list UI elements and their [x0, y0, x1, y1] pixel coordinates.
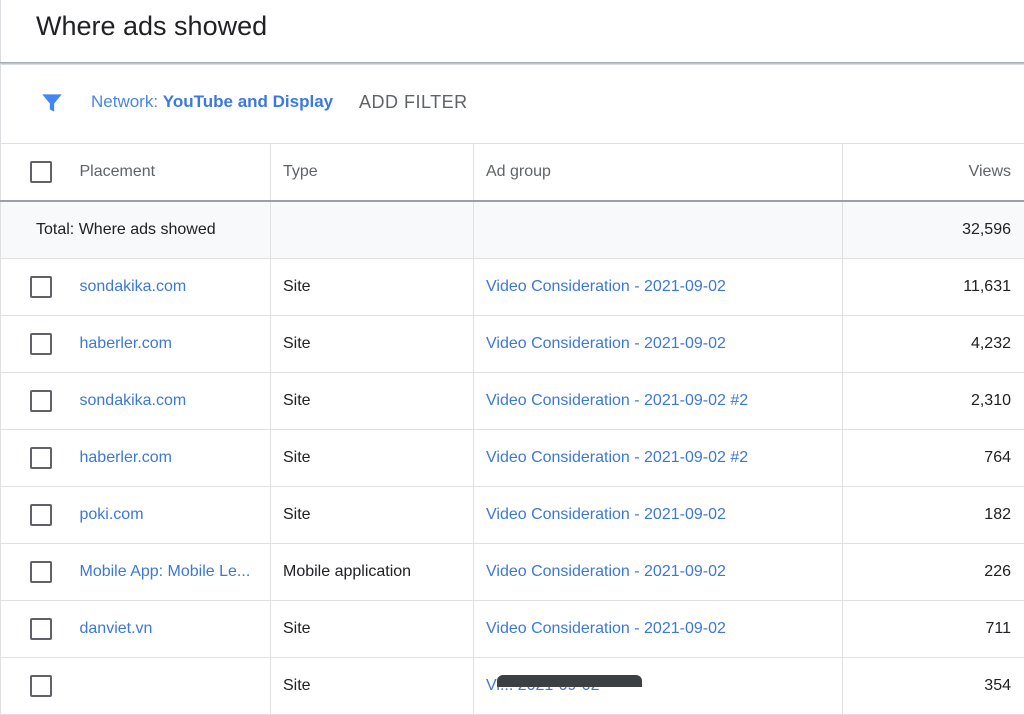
- placement-link[interactable]: haberler.com: [80, 449, 173, 466]
- total-label: Total: Where ads showed: [1, 201, 271, 259]
- row-checkbox-cell: [1, 544, 80, 601]
- ad-group-cell: Video Consideration - 2021-09-02: [474, 544, 843, 601]
- placement-cell: [80, 658, 271, 715]
- row-checkbox[interactable]: [30, 561, 52, 583]
- filter-value: YouTube and Display: [163, 92, 333, 111]
- row-checkbox-cell: [1, 259, 80, 316]
- ad-group-link[interactable]: Video Consideration - 2021-09-02: [486, 620, 726, 637]
- placement-cell: danviet.vn: [80, 601, 271, 658]
- placement-cell: sondakika.com: [80, 373, 271, 430]
- filter-bar: Network: YouTube and Display ADD FILTER: [0, 65, 1024, 143]
- select-all-checkbox[interactable]: [30, 161, 52, 183]
- ad-group-cell: Video Consideration - 2021-09-02: [474, 259, 843, 316]
- ad-group-cell: Video Consideration - 2021-09-02: [474, 601, 843, 658]
- views-cell: 11,631: [843, 259, 1024, 316]
- placement-cell: Mobile App: Mobile Le...: [80, 544, 271, 601]
- type-cell: Site: [271, 259, 474, 316]
- views-cell: 711: [843, 601, 1024, 658]
- total-ad-group-cell: [474, 201, 843, 259]
- ad-group-link[interactable]: Video Consideration - 2021-09-02: [486, 335, 726, 352]
- table-row: haberler.com Site Video Consideration - …: [1, 430, 1024, 487]
- row-checkbox[interactable]: [30, 276, 52, 298]
- row-checkbox-cell: [1, 601, 80, 658]
- ad-group-link[interactable]: Video Consideration - 2021-09-02 #2: [486, 392, 748, 409]
- ad-group-column-header[interactable]: Ad group: [474, 144, 843, 202]
- row-checkbox[interactable]: [30, 618, 52, 640]
- table-row: danviet.vn Site Video Consideration - 20…: [1, 601, 1024, 658]
- placement-cell: sondakika.com: [80, 259, 271, 316]
- placement-cell: haberler.com: [80, 430, 271, 487]
- placement-link[interactable]: danviet.vn: [80, 620, 153, 637]
- row-checkbox[interactable]: [30, 333, 52, 355]
- placement-cell: haberler.com: [80, 316, 271, 373]
- ad-group-link[interactable]: Video Consideration - 2021-09-02: [486, 506, 726, 523]
- placement-link[interactable]: sondakika.com: [80, 278, 187, 295]
- type-cell: Site: [271, 430, 474, 487]
- total-views: 32,596: [843, 201, 1024, 259]
- placement-link[interactable]: poki.com: [80, 506, 144, 523]
- ad-group-cell: Video Consideration - 2021-09-02: [474, 316, 843, 373]
- placement-cell: poki.com: [80, 487, 271, 544]
- select-all-cell: [1, 144, 80, 202]
- network-filter-chip[interactable]: Network: YouTube and Display: [91, 92, 333, 112]
- views-cell: 354: [843, 658, 1024, 715]
- row-checkbox-cell: [1, 316, 80, 373]
- table-row: sondakika.com Site Video Consideration -…: [1, 373, 1024, 430]
- placement-link[interactable]: sondakika.com: [80, 392, 187, 409]
- filter-key: Network:: [91, 92, 163, 111]
- views-cell: 4,232: [843, 316, 1024, 373]
- type-cell: Site: [271, 601, 474, 658]
- table-row: poki.com Site Video Consideration - 2021…: [1, 487, 1024, 544]
- ad-group-link[interactable]: Video Consideration - 2021-09-02: [486, 563, 726, 580]
- type-cell: Site: [271, 658, 474, 715]
- ad-group-link[interactable]: Video Consideration - 2021-09-02 #2: [486, 449, 748, 466]
- total-type-cell: [271, 201, 474, 259]
- views-cell: 764: [843, 430, 1024, 487]
- views-cell: 2,310: [843, 373, 1024, 430]
- table-row: sondakika.com Site Video Consideration -…: [1, 259, 1024, 316]
- add-filter-button[interactable]: ADD FILTER: [359, 92, 468, 113]
- placement-column-header[interactable]: Placement: [80, 144, 271, 202]
- type-column-header[interactable]: Type: [271, 144, 474, 202]
- type-cell: Site: [271, 316, 474, 373]
- row-checkbox[interactable]: [30, 675, 52, 697]
- table-row: haberler.com Site Video Consideration - …: [1, 316, 1024, 373]
- page-title: Where ads showed: [36, 11, 267, 42]
- placement-link[interactable]: Mobile App: Mobile Le...: [80, 563, 251, 580]
- page-header: Where ads showed: [0, 0, 1024, 62]
- redaction-bar: [497, 675, 642, 687]
- row-checkbox[interactable]: [30, 447, 52, 469]
- placement-link[interactable]: haberler.com: [80, 335, 173, 352]
- ad-group-cell: Video Consideration - 2021-09-02: [474, 487, 843, 544]
- table-row: Mobile App: Mobile Le... Mobile applicat…: [1, 544, 1024, 601]
- views-cell: 226: [843, 544, 1024, 601]
- ad-group-cell: Video Consideration - 2021-09-02 #2: [474, 373, 843, 430]
- type-cell: Site: [271, 373, 474, 430]
- row-checkbox-cell: [1, 487, 80, 544]
- row-checkbox-cell: [1, 658, 80, 715]
- table-header-row: Placement Type Ad group Views: [1, 144, 1024, 202]
- ad-group-cell: Video Consideration - 2021-09-02 #2: [474, 430, 843, 487]
- views-cell: 182: [843, 487, 1024, 544]
- row-checkbox[interactable]: [30, 390, 52, 412]
- type-cell: Mobile application: [271, 544, 474, 601]
- views-column-header[interactable]: Views: [843, 144, 1024, 202]
- total-row: Total: Where ads showed 32,596: [1, 201, 1024, 259]
- row-checkbox-cell: [1, 373, 80, 430]
- ad-group-link[interactable]: Video Consideration - 2021-09-02: [486, 278, 726, 295]
- row-checkbox[interactable]: [30, 504, 52, 526]
- type-cell: Site: [271, 487, 474, 544]
- filter-icon[interactable]: [39, 90, 65, 116]
- placements-table: Placement Type Ad group Views Total: Whe…: [0, 143, 1024, 715]
- row-checkbox-cell: [1, 430, 80, 487]
